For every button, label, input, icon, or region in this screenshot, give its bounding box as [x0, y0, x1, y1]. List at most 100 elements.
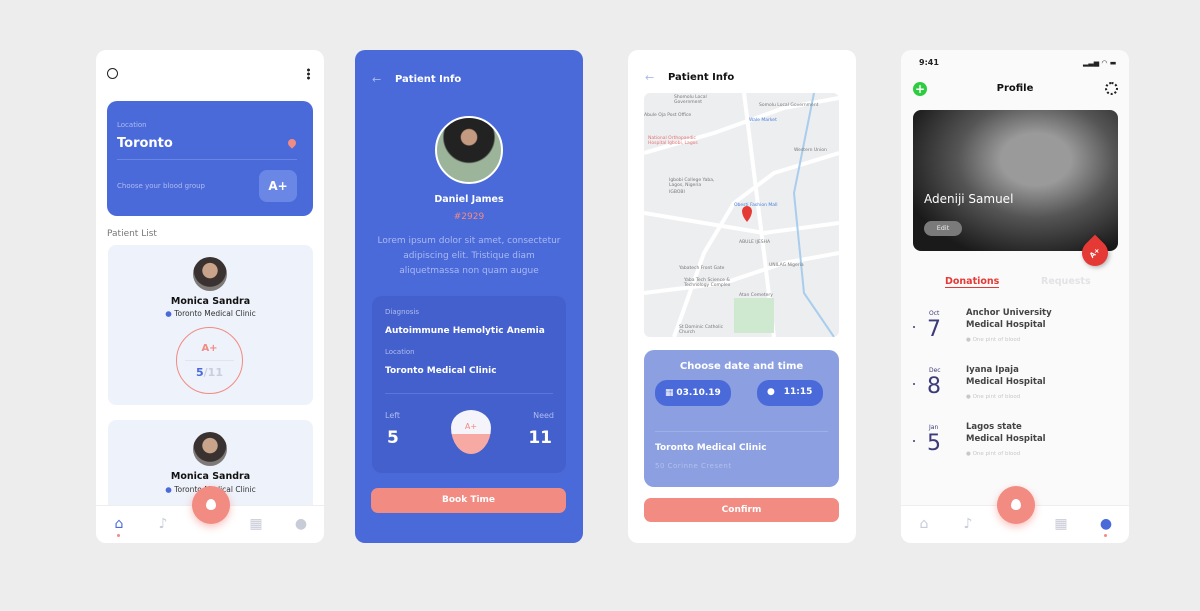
donation-item[interactable]: Oct 7 Anchor University Medical Hospital…: [901, 306, 1129, 356]
search-icon[interactable]: [107, 68, 118, 79]
user-icon[interactable]: ●: [293, 516, 309, 532]
drop-icon: ●: [966, 451, 971, 457]
clinic-address: 50 Corinne Cresent: [655, 462, 732, 470]
booking-screen: ← Patient Info Shomolu Local Government S…: [628, 50, 856, 543]
bottom-nav: ⌂ ♪ ▦ ●: [901, 486, 1129, 543]
map-label: ABULE IJESHA: [739, 240, 771, 245]
pin-icon: ●: [165, 485, 172, 494]
status-icons: ▂▃▅ ◠ ▬: [1083, 59, 1117, 67]
diagnosis-label: Diagnosis: [385, 308, 420, 316]
donation-day: 8: [927, 374, 941, 399]
status-time: 9:41: [919, 58, 939, 67]
hospital-icon[interactable]: ▦: [248, 516, 264, 532]
map-roads: [644, 93, 839, 337]
hospital-icon[interactable]: ▦: [1053, 516, 1069, 532]
blood-group-prompt: Choose your blood group: [117, 182, 205, 190]
map-label: National Orthopaedic Hospital Igbobi, La…: [648, 136, 698, 146]
patient-id: #2929: [453, 212, 485, 222]
patient-list-title: Patient List: [107, 229, 157, 239]
donation-hospital-line2: Medical Hospital: [966, 434, 1046, 444]
blood-progress-ring: A+ 5/11: [176, 327, 243, 394]
drop-icon: ●: [966, 394, 971, 400]
donation-note: ● One pint of blood: [966, 337, 1020, 343]
patient-description: Lorem ipsum dolor sit amet, consectetur …: [377, 236, 561, 276]
diagnosis-card: Diagnosis Autoimmune Hemolytic Anemia Lo…: [372, 296, 566, 473]
more-vertical-icon[interactable]: [307, 68, 310, 80]
user-icon[interactable]: ●: [1098, 516, 1114, 532]
bottom-nav: ⌂ ♪ ▦ ●: [96, 486, 324, 543]
map[interactable]: Shomolu Local Government Somolu Local Gov…: [644, 93, 839, 337]
donation-month: Dec: [929, 367, 941, 374]
drop-icon: ●: [966, 337, 971, 343]
location-pin-icon: [286, 137, 298, 149]
donation-month: Jan: [929, 424, 939, 431]
screen-title: Profile: [996, 83, 1034, 94]
location-label: Location: [385, 348, 415, 356]
home-icon[interactable]: ⌂: [111, 516, 127, 532]
patient-name: Monica Sandra: [170, 296, 251, 307]
map-label: Yaba Tech Science & Technology Complex: [684, 278, 731, 288]
units-left: 5: [196, 366, 204, 379]
donation-day: 5: [927, 431, 941, 456]
bell-icon[interactable]: ♪: [960, 516, 976, 532]
tab-donations[interactable]: Donations: [945, 276, 1000, 288]
donation-note-text: One pint of blood: [972, 394, 1021, 400]
tab-requests[interactable]: Requests: [1041, 276, 1091, 287]
calendar-icon: ▦: [665, 388, 674, 398]
pin-icon: ●: [165, 309, 172, 318]
map-label: UNILAG Nigeria: [769, 263, 804, 268]
back-arrow-icon[interactable]: ←: [372, 73, 381, 86]
blood-drop-button[interactable]: [192, 486, 230, 524]
book-time-button[interactable]: Book Time: [371, 488, 566, 513]
donation-hospital-line2: Medical Hospital: [966, 377, 1046, 387]
map-label: Somolu Local Government: [759, 103, 819, 108]
avatar: [193, 432, 227, 466]
divider: [117, 159, 297, 160]
donation-note-text: One pint of blood: [972, 451, 1021, 457]
panel-title: Choose date and time: [679, 361, 804, 372]
avatar: [193, 257, 227, 291]
donation-hospital-line1: Anchor University: [966, 308, 1052, 318]
patient-info-screen: ← Patient Info Daniel James #2929 Lorem …: [355, 50, 583, 543]
diagnosis-value: Autoimmune Hemolytic Anemia: [385, 326, 545, 336]
back-arrow-icon[interactable]: ←: [645, 71, 654, 84]
blood-group-button[interactable]: A+: [259, 170, 297, 202]
bell-icon[interactable]: ♪: [155, 516, 171, 532]
time-picker[interactable]: ● 11:15: [757, 380, 823, 406]
donation-hospital-line1: Lagos state: [966, 422, 1022, 432]
date-picker[interactable]: ▦ 03.10.19: [655, 380, 731, 406]
clock-icon: ●: [767, 387, 775, 397]
map-label: IGBOBI: [669, 190, 685, 195]
donation-hospital-line1: Iyana Ipaja: [966, 365, 1019, 375]
map-pin-icon: [742, 206, 752, 222]
patient-card[interactable]: Monica Sandra ● Toronto Medical Clinic A…: [108, 245, 313, 405]
map-label: Shomolu Local Government: [674, 95, 707, 105]
map-label: Igbobi College Yaba, Lagos, Nigeria: [669, 178, 715, 188]
donation-note: ● One pint of blood: [966, 394, 1020, 400]
donation-month: Oct: [929, 310, 940, 317]
profile-screen: 9:41 ▂▃▅ ◠ ▬ + Profile Adeniji Samuel Ed…: [901, 50, 1129, 543]
patient-photo: [435, 116, 503, 184]
profile-name: Adeniji Samuel: [924, 192, 1014, 206]
map-label: Yabatech Front Gate: [679, 266, 725, 271]
blood-count: 5/11: [177, 366, 242, 379]
patient-clinic: Toronto Medical Clinic: [174, 309, 256, 318]
confirm-button[interactable]: Confirm: [644, 498, 839, 522]
patient-name: Monica Sandra: [170, 471, 251, 482]
location-card[interactable]: Location Toronto Choose your blood group…: [107, 101, 313, 216]
clinic-name: Toronto Medical Clinic: [655, 443, 767, 453]
profile-photo-card: Adeniji Samuel Edit: [913, 110, 1118, 251]
left-label: Left: [385, 411, 401, 420]
map-label: Abule Oja Post Office: [644, 113, 692, 118]
blood-drop-button[interactable]: [997, 486, 1035, 524]
settings-icon[interactable]: [1105, 82, 1118, 95]
home-icon[interactable]: ⌂: [916, 516, 932, 532]
map-label: Wale Market: [749, 118, 777, 123]
drop-blood-type: A+: [464, 422, 478, 431]
map-label: Atan Cemetery: [739, 293, 773, 298]
blood-drop-icon: A+: [451, 410, 491, 454]
donation-item[interactable]: Dec 8 Iyana Ipaja Medical Hospital ● One…: [901, 363, 1129, 413]
donation-day: 7: [927, 317, 941, 342]
edit-button[interactable]: Edit: [924, 221, 962, 236]
donation-item[interactable]: Jan 5 Lagos state Medical Hospital ● One…: [901, 420, 1129, 470]
